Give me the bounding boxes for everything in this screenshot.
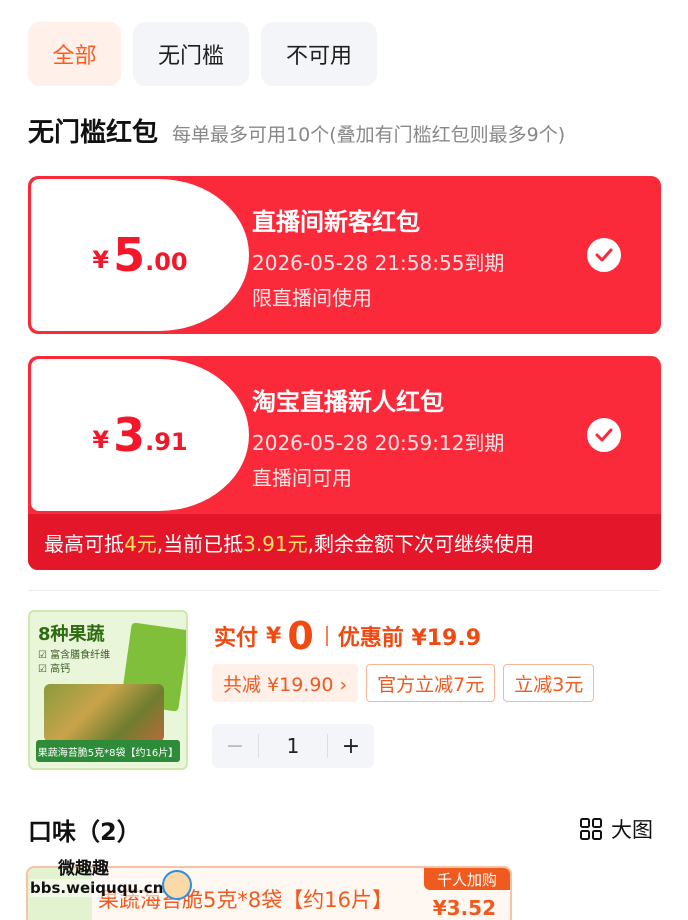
note-used-value: 3.91元 — [243, 531, 308, 556]
quantity-stepper: − 1 + — [212, 724, 374, 768]
divider — [28, 590, 661, 591]
check-icon[interactable] — [587, 418, 621, 452]
note-text: ,当前已抵 — [156, 531, 244, 556]
coupon-list: ¥ 5 .00 直播间新客红包 2026-05-28 21:58:55到期 限直… — [28, 176, 661, 592]
coupon-expiry: 2026-05-28 21:58:55到期 — [252, 251, 505, 275]
coupon-amount: ¥ 3 .91 — [31, 359, 249, 511]
amount-integer: 5 — [113, 228, 146, 282]
price-row: 实付 ¥ 0 优惠前 ¥19.9 — [214, 614, 481, 658]
popular-badge: 千人加购 — [424, 868, 510, 890]
divider — [325, 626, 328, 646]
amount-decimal: .91 — [145, 428, 188, 456]
coupon-card[interactable]: ¥ 3 .91 淘宝直播新人红包 2026-05-28 20:59:12到期 直… — [28, 356, 661, 570]
quantity-value[interactable]: 1 — [258, 734, 328, 758]
coupon-name: 直播间新客红包 — [252, 208, 420, 236]
coupon-card[interactable]: ¥ 5 .00 直播间新客红包 2026-05-28 21:58:55到期 限直… — [28, 176, 661, 334]
section-title: 无门槛红包 — [28, 118, 159, 148]
product-image[interactable]: 8种果蔬 ☑ 富含膳食纤维 ☑ 高钙 果蔬海苔脆5克*8袋【约16片】 — [28, 610, 188, 770]
note-text: 最高可抵 — [44, 531, 124, 556]
check-icon[interactable] — [587, 238, 621, 272]
tab-no-threshold[interactable]: 无门槛 — [133, 22, 249, 86]
coupon-usage-note: 最高可抵 4元 ,当前已抵 3.91元 ,剩余金额下次可继续使用 — [28, 514, 661, 570]
tab-unavailable[interactable]: 不可用 — [261, 22, 377, 86]
note-max-value: 4元 — [124, 531, 157, 556]
flavor-option-price: ¥3.52 — [432, 896, 496, 920]
discount-tags: 共减 ¥19.90 › 官方立减7元 立减3元 — [212, 664, 595, 702]
coupon-info: 淘宝直播新人红包 2026-05-28 20:59:12到期 直播间可用 — [252, 382, 504, 497]
amount-decimal: .00 — [145, 248, 188, 276]
currency-symbol: ¥ — [266, 623, 282, 649]
discount-total-button[interactable]: 共减 ¥19.90 › — [212, 664, 359, 702]
product-image-title: 8种果蔬 — [38, 624, 105, 645]
big-view-toggle[interactable]: 大图 — [579, 814, 653, 844]
pay-label: 实付 — [214, 626, 259, 651]
original-price: 优惠前 ¥19.9 — [337, 626, 482, 651]
tab-all[interactable]: 全部 — [28, 22, 121, 86]
watermark: 微趣趣 bbs.weiququ.cn — [30, 854, 164, 897]
coupon-name: 淘宝直播新人红包 — [252, 388, 444, 416]
decrease-button[interactable]: − — [212, 734, 258, 759]
pay-amount: 0 — [287, 614, 314, 658]
coupon-info: 直播间新客红包 2026-05-28 21:58:55到期 限直播间使用 — [252, 202, 504, 317]
increase-button[interactable]: + — [328, 734, 374, 759]
discount-tag-official: 官方立减7元 — [366, 664, 496, 702]
product-image-bullet: ☑ 高钙 — [38, 664, 71, 675]
flavor-title: 口味（2） — [28, 818, 141, 846]
product-image-footer: 果蔬海苔脆5克*8袋【约16片】 — [36, 740, 180, 762]
note-text: ,剩余金额下次可继续使用 — [307, 531, 534, 556]
grid-icon — [580, 818, 602, 840]
discount-tag-extra: 立减3元 — [503, 664, 595, 702]
filter-tabs: 全部 无门槛 不可用 — [28, 22, 377, 86]
mascot-icon — [162, 870, 192, 900]
currency-symbol: ¥ — [92, 246, 110, 274]
snack-graphic — [44, 684, 164, 742]
coupon-amount: ¥ 5 .00 — [31, 179, 249, 331]
coupon-expiry: 2026-05-28 20:59:12到期 — [252, 431, 505, 455]
coupon-scope: 限直播间使用 — [252, 286, 372, 310]
section-subtitle: 每单最多可用10个(叠加有门槛红包则最多9个) — [172, 124, 566, 146]
currency-symbol: ¥ — [92, 426, 110, 454]
section-header: 无门槛红包 每单最多可用10个(叠加有门槛红包则最多9个) — [28, 112, 565, 149]
watermark-text: 微趣趣 — [58, 859, 109, 879]
product-image-bullet: ☑ 富含膳食纤维 — [38, 650, 111, 661]
big-view-label: 大图 — [611, 818, 653, 842]
watermark-url: bbs.weiququ.cn — [30, 879, 164, 897]
amount-integer: 3 — [113, 408, 146, 462]
coupon-scope: 直播间可用 — [252, 466, 352, 490]
